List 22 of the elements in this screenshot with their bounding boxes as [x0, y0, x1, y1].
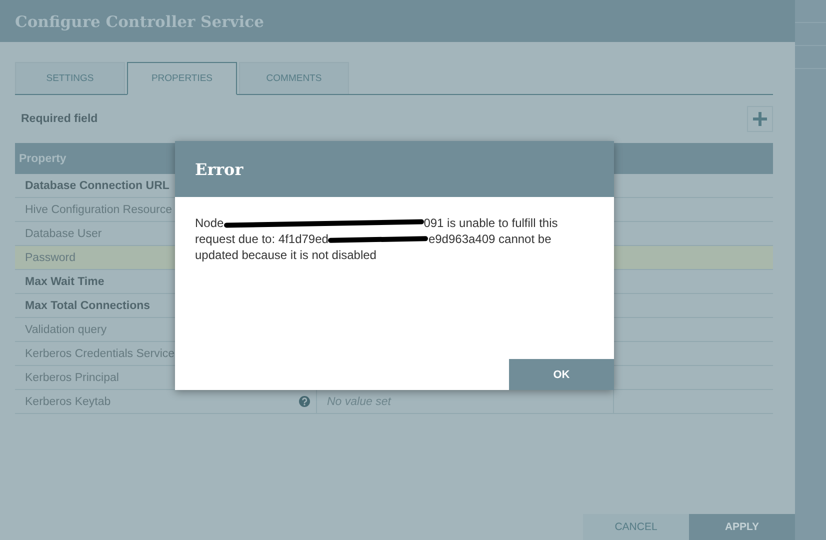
- cancel-button[interactable]: CANCEL: [583, 514, 689, 540]
- property-name: Database User: [25, 228, 102, 240]
- property-name: Max Wait Time: [25, 276, 104, 288]
- error-message: Node 091 is unable to fulfill this request due to: 4f1d79ed e9d963a409 cannot be updated because it is not disabled: [195, 215, 559, 263]
- dialog-title: Error: [195, 160, 244, 178]
- help-icon[interactable]: [299, 396, 310, 407]
- tab[interactable]: COMMENTS: [239, 62, 349, 94]
- property-name: Kerberos Keytab: [25, 396, 111, 408]
- apply-button[interactable]: APPLY: [689, 514, 795, 540]
- required-field-label: Required field: [20, 113, 98, 125]
- property-name: Kerberos Credentials Service: [25, 348, 175, 360]
- property-name: Database Connection URL: [25, 180, 170, 192]
- property-name: Password: [25, 252, 76, 264]
- add-property-button[interactable]: [747, 106, 773, 132]
- ok-button[interactable]: OK: [509, 359, 614, 390]
- property-name: Validation query: [25, 324, 107, 336]
- tab[interactable]: SETTINGS: [15, 62, 125, 94]
- plus-icon: [753, 112, 767, 126]
- property-name: Max Total Connections: [25, 300, 150, 312]
- tab[interactable]: PROPERTIES: [127, 62, 237, 95]
- property-name: Kerberos Principal: [25, 372, 119, 384]
- property-name: Hive Configuration Resource: [25, 204, 172, 216]
